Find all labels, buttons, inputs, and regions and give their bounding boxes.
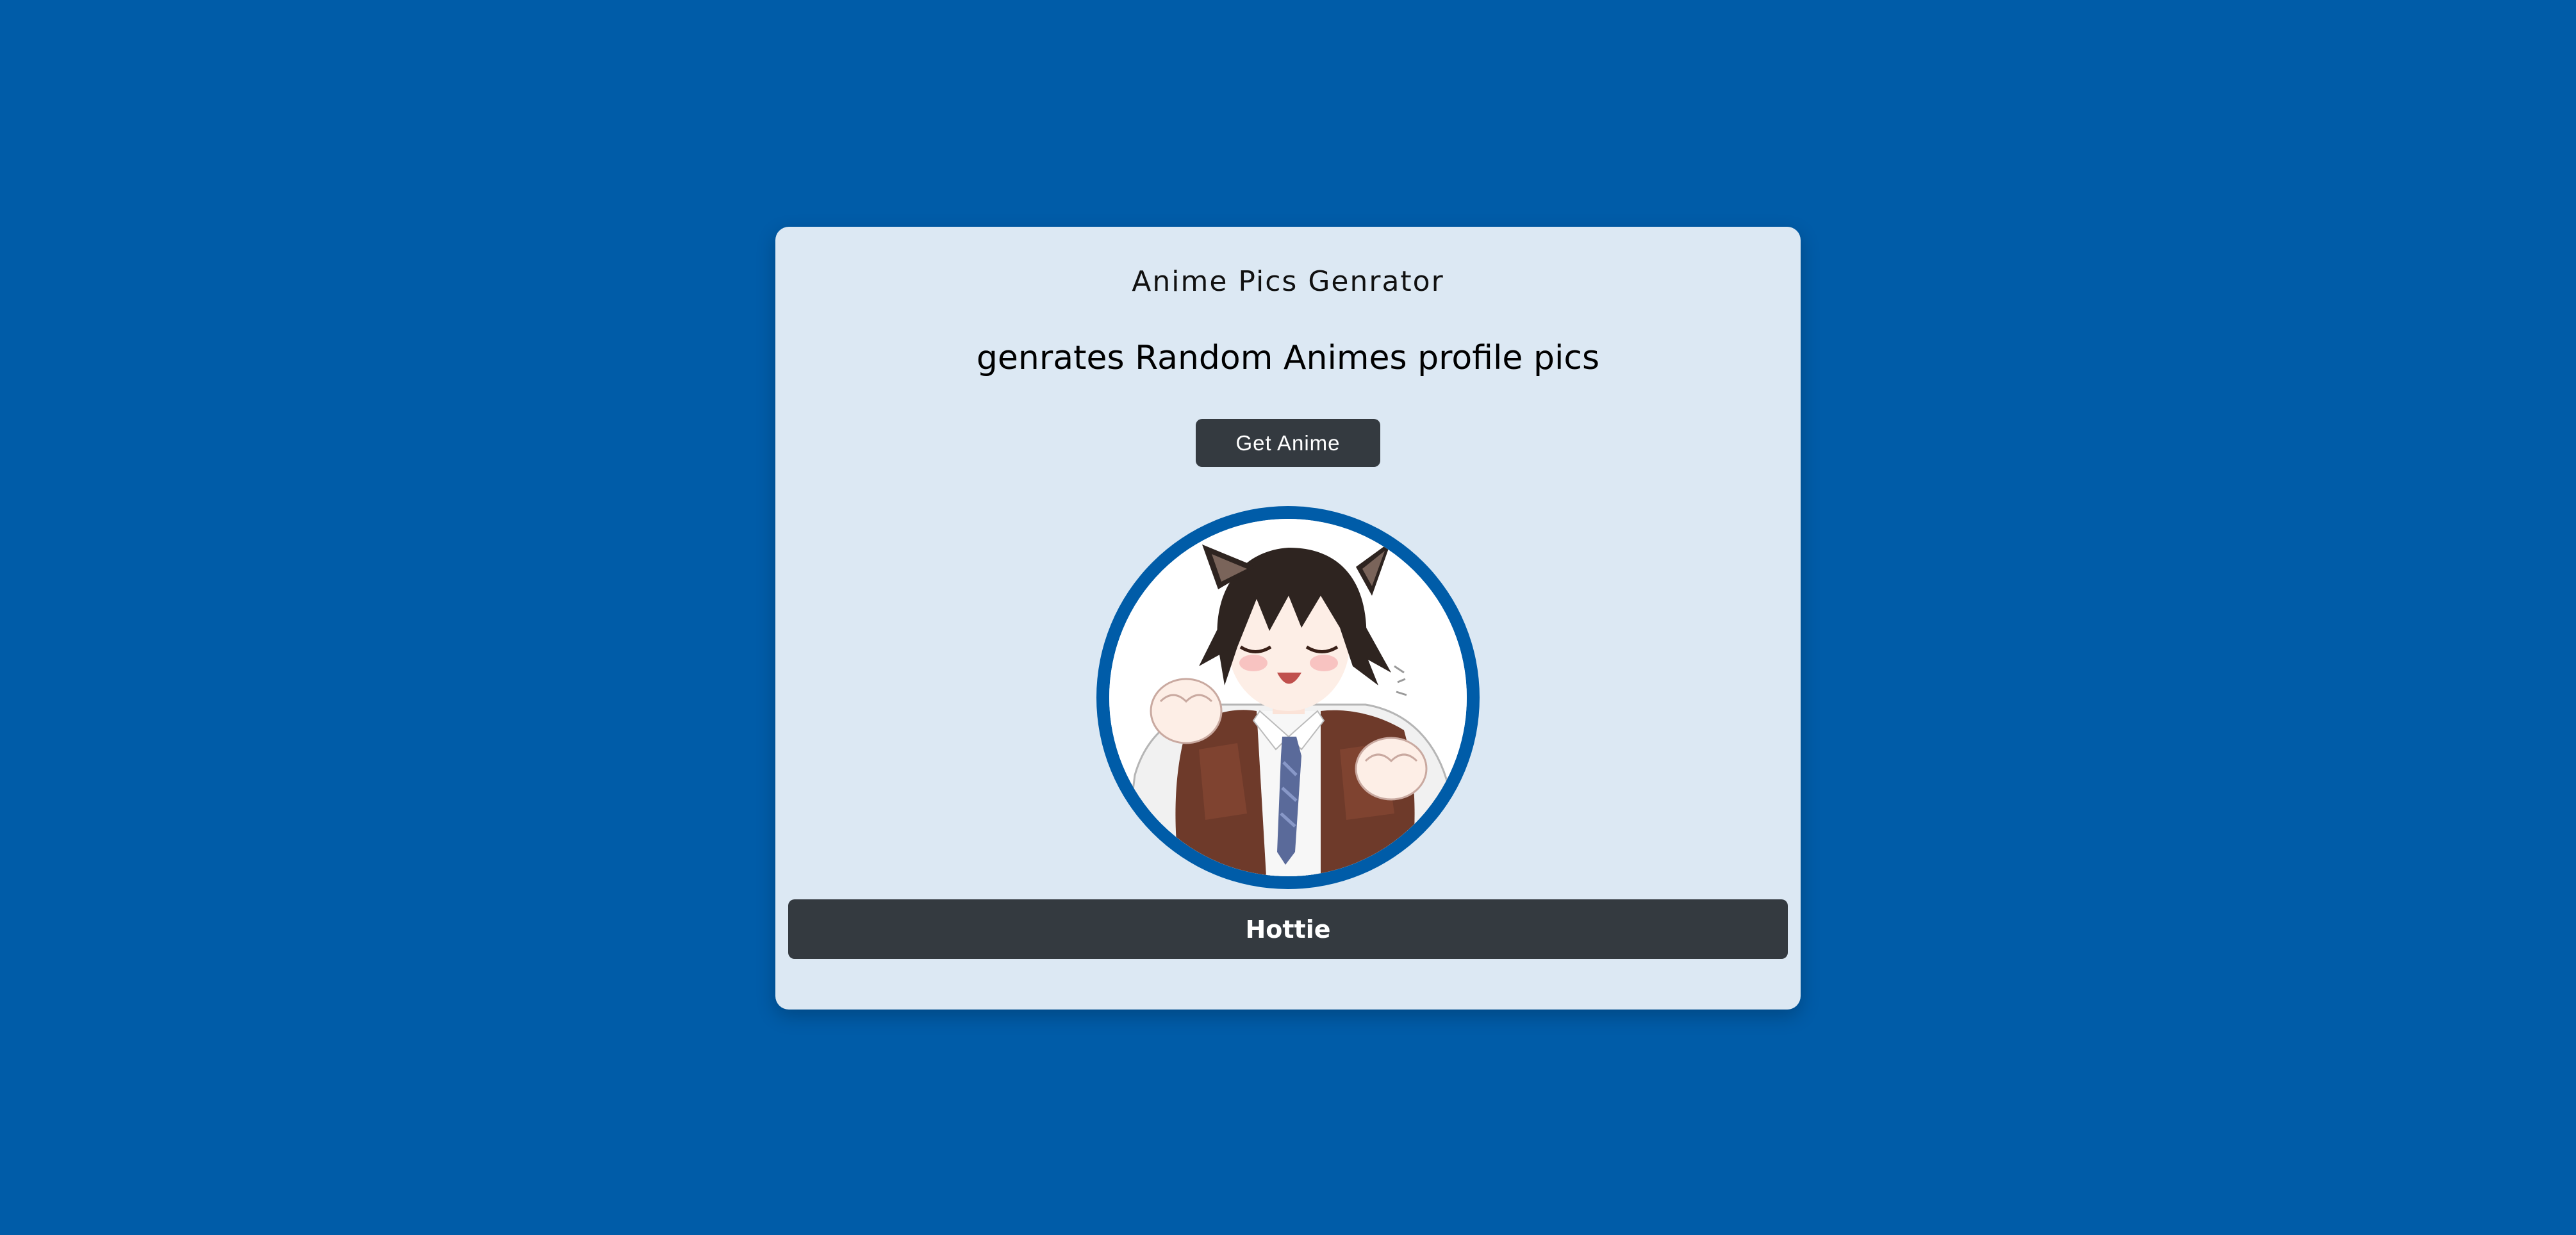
anime-character-illustration xyxy=(1109,519,1467,876)
anime-name-label: Hottie xyxy=(788,899,1788,959)
avatar-frame xyxy=(1096,506,1480,889)
get-anime-button[interactable]: Get Anime xyxy=(1196,419,1380,467)
anime-avatar-image xyxy=(1109,519,1467,876)
generator-card: Anime Pics Genrator genrates Random Anim… xyxy=(775,227,1801,1010)
page-subtitle: genrates Random Animes profile pics xyxy=(976,339,1600,377)
app-title: Anime Pics Genrator xyxy=(1132,265,1444,298)
